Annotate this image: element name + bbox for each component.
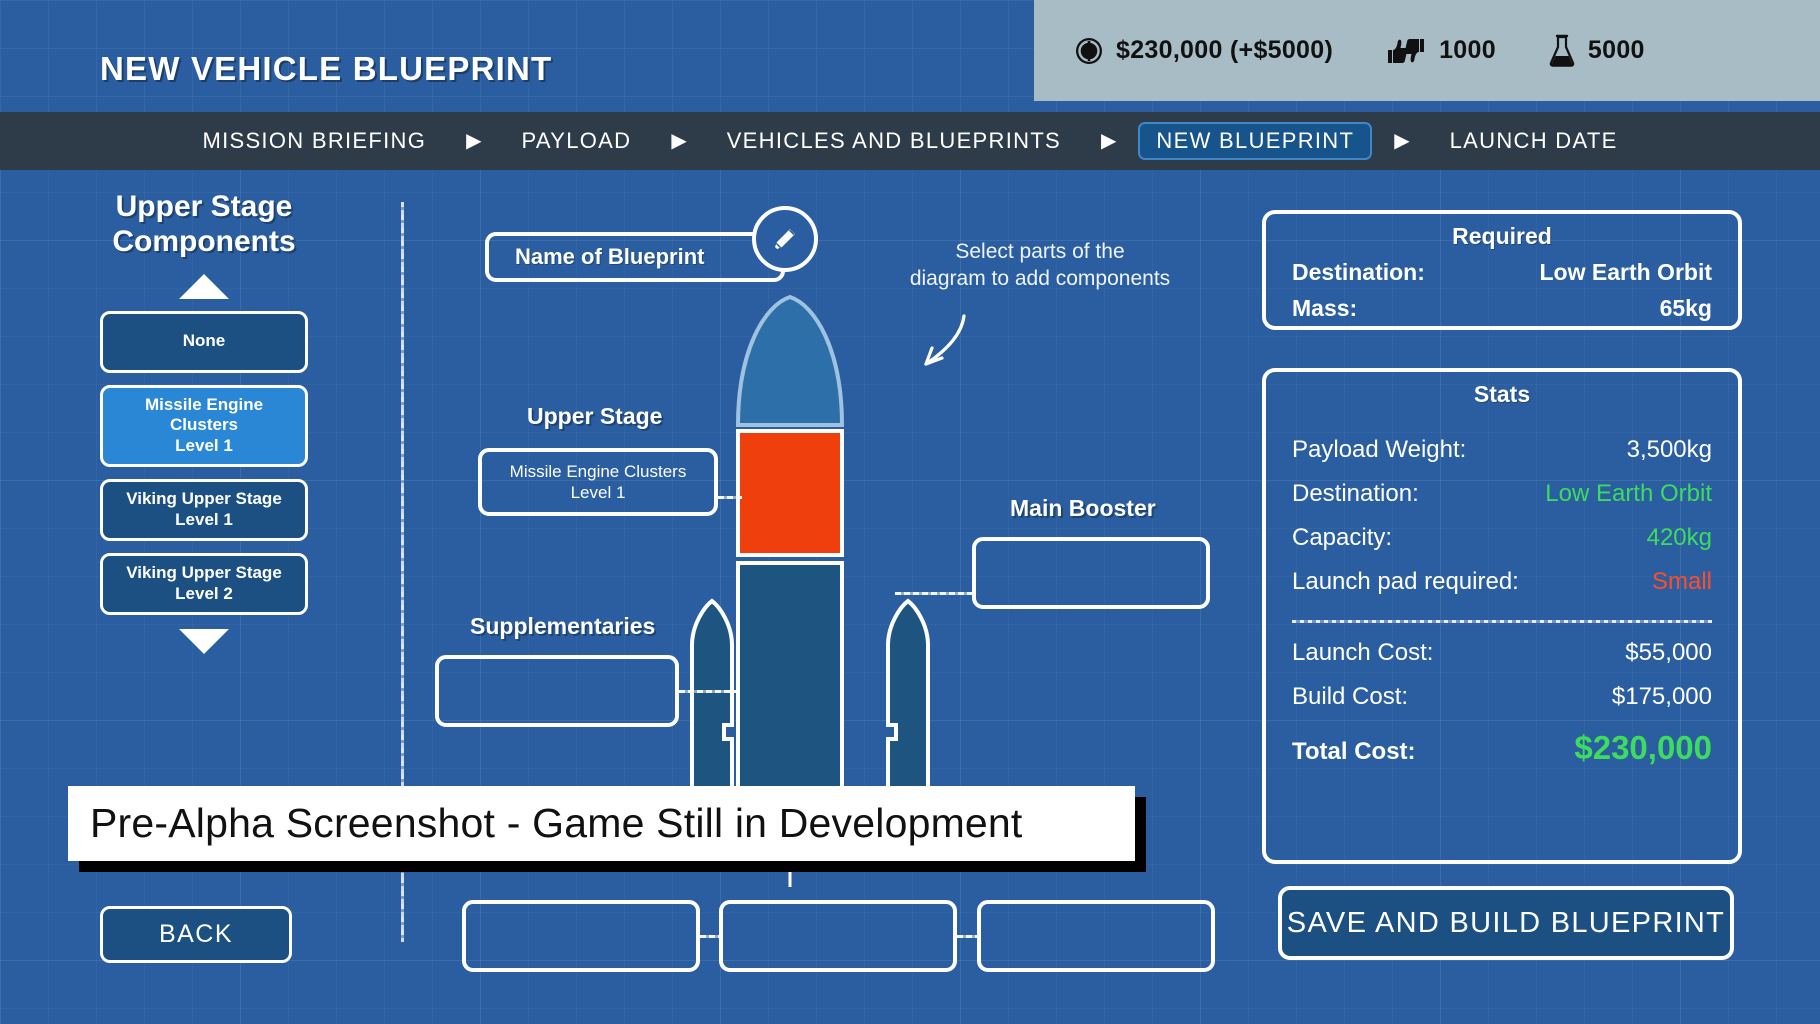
stats-capacity-key: Capacity:: [1292, 524, 1392, 552]
upper-stage-slot-value: Missile Engine Clusters Level 1: [510, 461, 687, 504]
resource-science: 5000: [1548, 34, 1645, 68]
stats-payload-weight-key: Payload Weight:: [1292, 436, 1466, 464]
connector-bottom-mid-right: [957, 935, 978, 938]
supplementaries-slot[interactable]: [435, 655, 679, 727]
required-destination-key: Destination:: [1292, 259, 1425, 286]
resource-money: $ $230,000 (+$5000): [1074, 36, 1333, 66]
component-option-label: Viking Upper Stage Level 2: [126, 563, 282, 604]
hint-line-1: Select parts of the: [905, 238, 1175, 265]
component-sidebar: Upper Stage Components None Missile Engi…: [84, 190, 324, 666]
supplementaries-label: Supplementaries: [470, 613, 655, 640]
scroll-up-arrow-icon[interactable]: [179, 274, 229, 299]
money-icon: $: [1074, 36, 1104, 66]
resource-reputation: 1000: [1385, 36, 1496, 66]
bottom-slot-left[interactable]: [462, 900, 700, 972]
nav-step-new-blueprint[interactable]: NEW BLUEPRINT: [1138, 122, 1372, 160]
stats-build-cost-row: Build Cost: $175,000: [1266, 683, 1738, 711]
money-value: $230,000 (+$5000): [1116, 36, 1333, 65]
required-mass-key: Mass:: [1292, 295, 1357, 322]
diagram-hint-text: Select parts of the diagram to add compo…: [905, 238, 1175, 293]
chevron-right-icon: ▶: [466, 131, 481, 151]
resource-bar: $ $230,000 (+$5000) 1000: [1034, 0, 1820, 101]
rocket-nose-cone: [738, 297, 842, 425]
stats-payload-weight-value: 3,500kg: [1627, 436, 1712, 464]
nav-step-launch-date[interactable]: LAUNCH DATE: [1432, 122, 1636, 160]
chevron-right-icon: ▶: [1394, 131, 1409, 151]
reputation-value: 1000: [1439, 36, 1496, 65]
main-booster-slot[interactable]: [972, 537, 1210, 609]
required-destination-row: Destination: Low Earth Orbit: [1266, 259, 1738, 286]
stats-launchpad-row: Launch pad required: Small: [1266, 568, 1738, 596]
upper-stage-slot[interactable]: Missile Engine Clusters Level 1: [478, 448, 718, 516]
connector-upper-stage: [718, 496, 742, 499]
stats-launchpad-value: Small: [1652, 568, 1712, 596]
stats-divider: [1292, 620, 1712, 623]
save-button-label: SAVE AND BUILD BLUEPRINT: [1287, 907, 1725, 940]
component-option-label: Viking Upper Stage Level 1: [126, 489, 282, 530]
required-panel-heading: Required: [1266, 223, 1738, 250]
connector-supplementaries: [679, 690, 739, 693]
connector-bottom-left-mid: [700, 935, 720, 938]
nav-step-vehicles-and-blueprints[interactable]: VEHICLES AND BLUEPRINTS: [709, 122, 1079, 160]
component-option-none[interactable]: None: [100, 311, 308, 373]
science-flask-icon: [1548, 34, 1576, 68]
bottom-slot-right[interactable]: [977, 900, 1215, 972]
stats-total-cost-key: Total Cost:: [1292, 738, 1416, 766]
back-button-label: BACK: [159, 920, 233, 949]
blueprint-editor-screen: NEW VEHICLE BLUEPRINT $ $230,000 (+$5000…: [0, 0, 1820, 1024]
component-option-label: Missile Engine Clusters Level 1: [112, 395, 296, 457]
breadcrumb-nav: MISSION BRIEFING ▶ PAYLOAD ▶ VEHICLES AN…: [0, 112, 1820, 170]
stats-destination-value: Low Earth Orbit: [1545, 480, 1712, 508]
component-option-missile-engine-clusters-level-1[interactable]: Missile Engine Clusters Level 1: [100, 385, 308, 467]
component-option-label: None: [183, 331, 226, 352]
bottom-slot-middle[interactable]: [719, 900, 957, 972]
page-title: NEW VEHICLE BLUEPRINT: [100, 50, 552, 88]
watermark-text: Pre-Alpha Screenshot - Game Still in Dev…: [90, 800, 1023, 847]
stats-panel: Stats Payload Weight: 3,500kg Destinatio…: [1262, 368, 1742, 864]
stats-payload-weight-row: Payload Weight: 3,500kg: [1266, 436, 1738, 464]
back-button[interactable]: BACK: [100, 906, 292, 963]
blueprint-name-field[interactable]: Name of Blueprint: [485, 232, 785, 282]
sidebar-title-line1: Upper Stage: [84, 190, 324, 225]
scroll-down-arrow-icon[interactable]: [179, 629, 229, 654]
reputation-icon: [1385, 36, 1427, 66]
stats-build-cost-key: Build Cost:: [1292, 683, 1408, 711]
sidebar-title: Upper Stage Components: [84, 190, 324, 260]
chevron-right-icon: ▶: [1101, 131, 1116, 151]
nav-step-payload[interactable]: PAYLOAD: [504, 122, 650, 160]
hint-line-2: diagram to add components: [905, 265, 1175, 292]
upper-stage-label: Upper Stage: [527, 403, 662, 430]
nav-step-mission-briefing[interactable]: MISSION BRIEFING: [184, 122, 444, 160]
save-and-build-blueprint-button[interactable]: SAVE AND BUILD BLUEPRINT: [1278, 886, 1734, 960]
stats-panel-heading: Stats: [1266, 381, 1738, 408]
sidebar-title-line2: Components: [84, 225, 324, 260]
required-destination-value: Low Earth Orbit: [1540, 259, 1713, 286]
pencil-icon: [770, 224, 800, 254]
connector-main-booster: [895, 592, 973, 595]
component-option-viking-upper-stage-level-1[interactable]: Viking Upper Stage Level 1: [100, 479, 308, 541]
edit-blueprint-name-button[interactable]: [752, 206, 818, 272]
chevron-right-icon: ▶: [671, 131, 686, 151]
rocket-upper-stage-part: [738, 431, 842, 555]
required-panel: Required Destination: Low Earth Orbit Ma…: [1262, 210, 1742, 330]
stats-total-cost-row: Total Cost: $230,000: [1266, 729, 1738, 767]
component-option-viking-upper-stage-level-2[interactable]: Viking Upper Stage Level 2: [100, 553, 308, 615]
stats-capacity-row: Capacity: 420kg: [1266, 524, 1738, 552]
stats-launch-cost-value: $55,000: [1625, 639, 1712, 667]
stats-total-cost-value: $230,000: [1574, 729, 1712, 767]
stats-launchpad-key: Launch pad required:: [1292, 568, 1519, 596]
stats-launch-cost-row: Launch Cost: $55,000: [1266, 639, 1738, 667]
main-booster-label: Main Booster: [1010, 495, 1156, 522]
stats-destination-key: Destination:: [1292, 480, 1419, 508]
stats-launch-cost-key: Launch Cost:: [1292, 639, 1433, 667]
required-mass-value: 65kg: [1660, 295, 1712, 322]
stats-destination-row: Destination: Low Earth Orbit: [1266, 480, 1738, 508]
required-mass-row: Mass: 65kg: [1266, 295, 1738, 322]
stats-capacity-value: 420kg: [1647, 524, 1712, 552]
pre-alpha-watermark: Pre-Alpha Screenshot - Game Still in Dev…: [68, 786, 1135, 861]
stats-build-cost-value: $175,000: [1612, 683, 1712, 711]
science-value: 5000: [1588, 36, 1645, 65]
blueprint-name-value: Name of Blueprint: [515, 244, 704, 270]
